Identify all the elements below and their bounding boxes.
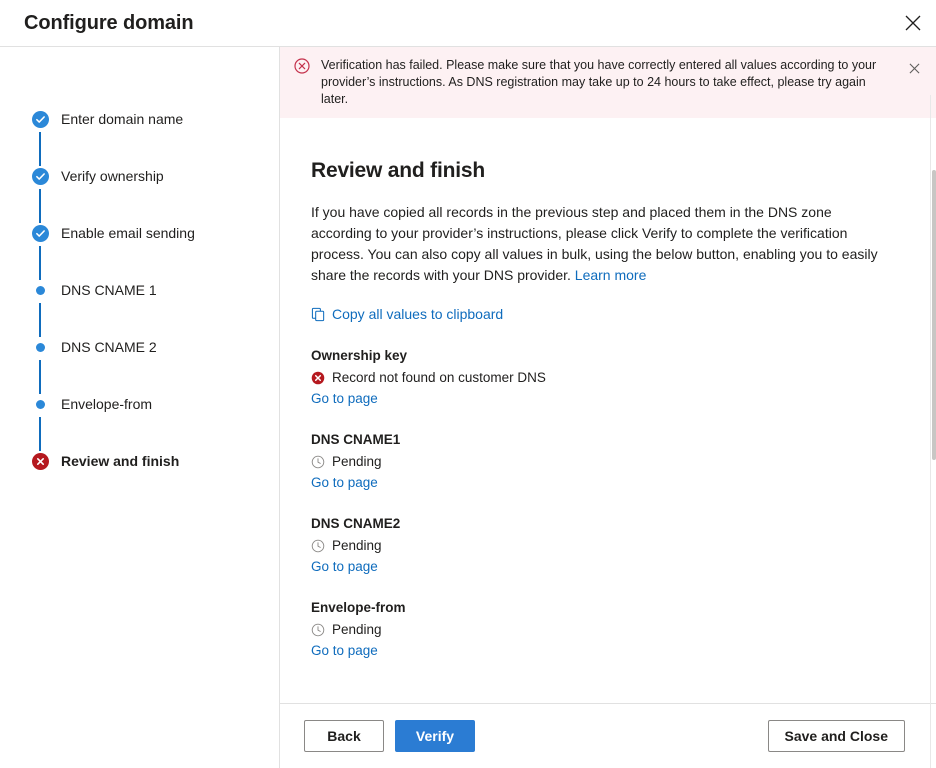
wizard-step-label: Enable email sending — [50, 223, 195, 243]
copy-all-values-button[interactable]: Copy all values to clipboard — [311, 306, 503, 322]
step-connector — [39, 360, 41, 394]
step-marker-done — [30, 109, 50, 128]
wizard-step-label: Enter domain name — [50, 109, 183, 129]
go-to-page-link[interactable]: Go to page — [311, 557, 378, 576]
content-column: Verification has failed. Please make sur… — [280, 47, 936, 768]
record-status-text: Pending — [332, 452, 382, 471]
dialog-footer: Back Verify Save and Close — [280, 703, 936, 768]
record-item: DNS CNAME2 Pending Go to page — [311, 514, 936, 576]
step-connector — [39, 189, 41, 223]
step-connector — [39, 132, 41, 166]
go-to-page-link[interactable]: Go to page — [311, 389, 378, 408]
record-status-text: Pending — [332, 620, 382, 639]
step-marker-todo — [30, 280, 50, 295]
wizard-step-review-and-finish[interactable]: Review and finish — [0, 451, 279, 508]
vertical-scrollbar-thumb[interactable] — [932, 170, 936, 460]
close-icon — [905, 15, 921, 31]
verify-button[interactable]: Verify — [395, 720, 475, 752]
record-item: DNS CNAME1 Pending Go to page — [311, 430, 936, 492]
footer-left-actions: Back Verify — [304, 720, 475, 752]
clock-icon — [311, 455, 325, 469]
records-list: Ownership key Record not found on custom… — [311, 346, 936, 660]
error-filled-icon — [311, 371, 325, 385]
check-circle-icon — [32, 168, 49, 185]
save-and-close-button[interactable]: Save and Close — [768, 720, 906, 752]
dot-icon — [36, 286, 45, 295]
panel-body: Review and finish If you have copied all… — [280, 118, 936, 703]
record-status-text: Pending — [332, 536, 382, 555]
wizard-step-label: DNS CNAME 1 — [50, 280, 157, 300]
dot-icon — [36, 400, 45, 409]
back-button[interactable]: Back — [304, 720, 384, 752]
copy-icon — [311, 307, 326, 322]
learn-more-link[interactable]: Learn more — [575, 267, 647, 283]
step-connector — [39, 417, 41, 451]
dot-icon — [36, 343, 45, 352]
dismiss-message-button[interactable] — [898, 55, 930, 83]
record-item: Envelope-from Pending Go to page — [311, 598, 936, 660]
record-status: Pending — [311, 536, 936, 555]
wizard-step-enter-domain-name[interactable]: Enter domain name — [0, 109, 279, 166]
panel-title: Review and finish — [311, 159, 936, 183]
wizard-step-label: Envelope-from — [50, 394, 152, 414]
wizard-step-envelope-from[interactable]: Envelope-from — [0, 394, 279, 451]
wizard-step-label: Verify ownership — [50, 166, 164, 186]
dialog-titlebar: Configure domain — [0, 0, 936, 47]
step-marker-done — [30, 223, 50, 242]
close-dialog-button[interactable] — [890, 0, 936, 46]
error-message-bar: Verification has failed. Please make sur… — [280, 47, 936, 118]
step-connector — [39, 246, 41, 280]
wizard-steps: Enter domain name Verify ownership — [0, 47, 280, 768]
check-circle-icon — [32, 111, 49, 128]
close-icon — [909, 62, 920, 77]
wizard-step-enable-email-sending[interactable]: Enable email sending — [0, 223, 279, 280]
step-marker-todo — [30, 394, 50, 409]
wizard-step-verify-ownership[interactable]: Verify ownership — [0, 166, 279, 223]
step-marker-error — [30, 451, 50, 470]
record-name: DNS CNAME1 — [311, 430, 936, 449]
clock-icon — [311, 623, 325, 637]
record-status-text: Record not found on customer DNS — [332, 368, 546, 387]
clock-icon — [311, 539, 325, 553]
record-status: Record not found on customer DNS — [311, 368, 936, 387]
record-name: DNS CNAME2 — [311, 514, 936, 533]
vertical-scrollbar[interactable] — [930, 95, 936, 768]
error-message-text: Verification has failed. Please make sur… — [310, 57, 898, 108]
wizard-step-label: DNS CNAME 2 — [50, 337, 157, 357]
dialog-body: Enter domain name Verify ownership — [0, 47, 936, 768]
step-marker-todo — [30, 337, 50, 352]
wizard-step-label: Review and finish — [50, 451, 179, 471]
record-status: Pending — [311, 452, 936, 471]
record-name: Envelope-from — [311, 598, 936, 617]
wizard-step-dns-cname-2[interactable]: DNS CNAME 2 — [0, 337, 279, 394]
configure-domain-dialog: Configure domain Enter domain name — [0, 0, 936, 768]
copy-all-values-label: Copy all values to clipboard — [332, 306, 503, 322]
page-title: Configure domain — [24, 12, 194, 35]
go-to-page-link[interactable]: Go to page — [311, 641, 378, 660]
go-to-page-link[interactable]: Go to page — [311, 473, 378, 492]
record-item: Ownership key Record not found on custom… — [311, 346, 936, 408]
error-circle-icon — [32, 453, 49, 470]
panel-description: If you have copied all records in the pr… — [311, 202, 896, 286]
wizard-step-dns-cname-1[interactable]: DNS CNAME 1 — [0, 280, 279, 337]
step-marker-done — [30, 166, 50, 185]
record-name: Ownership key — [311, 346, 936, 365]
step-connector — [39, 303, 41, 337]
check-circle-icon — [32, 225, 49, 242]
record-status: Pending — [311, 620, 936, 639]
error-circle-icon — [294, 58, 310, 79]
